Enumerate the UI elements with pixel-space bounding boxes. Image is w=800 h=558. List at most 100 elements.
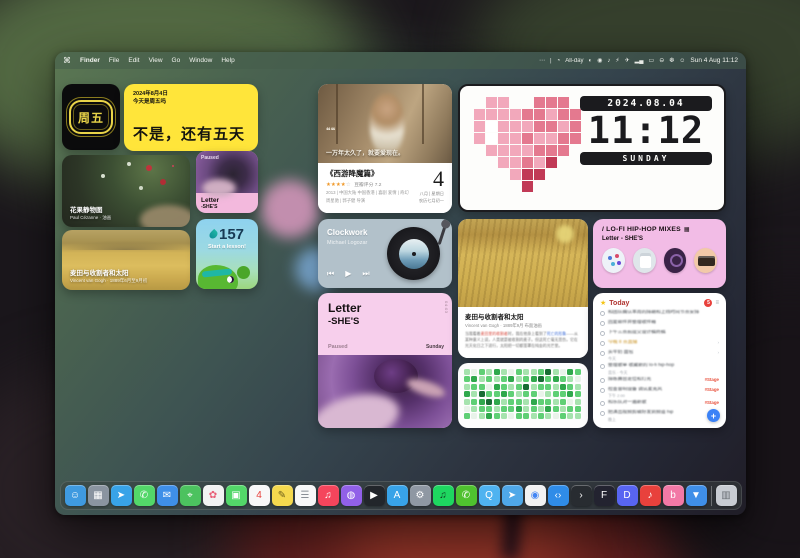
duolingo-streak-widget[interactable]: 157 Start a lesson! xyxy=(196,219,258,289)
dock-icon-vscode[interactable]: ‹› xyxy=(548,485,569,506)
todo-checkbox[interactable] xyxy=(600,341,605,346)
dock-icon-discord[interactable]: D xyxy=(617,485,638,506)
lofi-playlist-widget[interactable]: / LO-FI HIP-HOP MIXES ▦ Letter - SHE'S xyxy=(593,219,726,288)
menu-bar-clock[interactable]: Sun 4 Aug 11:12 xyxy=(690,57,738,64)
dock-icon-settings[interactable]: ⚙ xyxy=(410,485,431,506)
dock-icon-trash[interactable]: ▥ xyxy=(716,485,737,506)
dock-icon-netease-music[interactable]: ♪ xyxy=(640,485,661,506)
lofi-hearts-cover[interactable] xyxy=(602,248,625,273)
contribution-graph-widget[interactable] xyxy=(458,363,588,428)
lofi-player-cover[interactable] xyxy=(633,248,656,273)
todo-checkbox[interactable] xyxy=(600,311,605,316)
lofi-vinyl-cover[interactable] xyxy=(664,248,687,273)
todo-checkbox[interactable] xyxy=(600,321,605,326)
dock-icon-maps[interactable]: ⌖ xyxy=(180,485,201,506)
dock-icon-figma[interactable]: F xyxy=(594,485,615,506)
todo-checkbox[interactable] xyxy=(600,364,605,369)
status-icon-12[interactable]: ❆ xyxy=(669,57,674,64)
todo-item-body: 回复邮件并整理收件箱 xyxy=(608,320,719,326)
dock-icon-chrome[interactable]: ◉ xyxy=(525,485,546,506)
music-widget-clockwork[interactable]: Clockwork Michael Logozar ⏮ ▶ ⏭ xyxy=(318,219,452,288)
dock-icon-notes[interactable]: ✎ xyxy=(272,485,293,506)
music-widget-letter-large[interactable]: Letter -SHE'S Paused 04:03 Sunday xyxy=(318,293,452,428)
status-icon-4[interactable]: ◐ xyxy=(589,58,593,64)
vg-body-link-red[interactable]: 麦田里的收割者 xyxy=(481,331,508,336)
lofi-cassette-cover[interactable] xyxy=(694,248,717,273)
next-track-button[interactable]: ⏭ xyxy=(362,269,369,279)
reminders-today-widget[interactable]: ★ Today 5 ≡ 和团队确认本周的排期和上线时间节点安排回复邮件并整理收件… xyxy=(593,293,726,428)
menu-item-file[interactable]: File xyxy=(109,57,119,64)
todo-item-body: 整理歌单 收藏新的 lo-fi hip-hop音乐 · 今天 xyxy=(608,363,719,375)
vangogh-painting-widget[interactable]: 麦田与收割者和太阳 Vincent van Gogh · 1889年9月 布面油… xyxy=(458,219,588,358)
player-controls: ⏮ ▶ ⏭ xyxy=(327,269,370,279)
dock-icon-facetime[interactable]: ▣ xyxy=(226,485,247,506)
todo-checkbox[interactable] xyxy=(600,401,605,406)
todo-checkbox[interactable] xyxy=(600,378,605,383)
status-icon-3[interactable]: All-day xyxy=(565,58,583,64)
dock-icon-app-store[interactable]: A xyxy=(387,485,408,506)
status-icon-7[interactable]: ⚡ xyxy=(615,57,619,64)
todo-menu-icon[interactable]: ≡ xyxy=(715,300,719,306)
status-icon-0[interactable]: ⋯ xyxy=(539,57,545,64)
todo-item-tag[interactable]: #Stage xyxy=(705,387,719,392)
status-icon-8[interactable]: ✈ xyxy=(625,57,630,64)
dock-icon-reminders[interactable]: ☰ xyxy=(295,485,316,506)
dock-icon-wechat[interactable]: ✆ xyxy=(456,485,477,506)
todo-checkbox[interactable] xyxy=(600,388,605,393)
pixel-clock-widget[interactable]: 2024.08.04 11:12 SUNDAY xyxy=(458,84,726,212)
movie-quote-widget[interactable]: ❝❝ 一万年太久了，就要爱现在。 《西游降魔篇》 ★★★★☆ 豆瓣评分 7.2 … xyxy=(318,84,452,213)
dock-icon-music[interactable]: ♫ xyxy=(318,485,339,506)
contribution-cell xyxy=(494,413,500,419)
status-icon-1[interactable]: | xyxy=(550,58,552,64)
dock-icon-launchpad[interactable]: ▦ xyxy=(88,485,109,506)
dock-icon-terminal[interactable]: › xyxy=(571,485,592,506)
countdown-date: 2024年8月4日 xyxy=(133,91,249,99)
todo-checkbox[interactable] xyxy=(600,411,605,416)
dock-icon-telegram[interactable]: ➤ xyxy=(502,485,523,506)
vg-body-link-blue[interactable]: 死亡的形象 xyxy=(547,331,566,336)
tv-glyph: ▶ xyxy=(370,490,378,501)
dock-icon-mail[interactable]: ✉ xyxy=(157,485,178,506)
art-widget-cezanne[interactable]: 花果静物图 Paul Cézanne · 油画 xyxy=(62,155,190,227)
status-icon-13[interactable]: ☺ xyxy=(679,58,685,64)
todo-item-tag[interactable]: #Stage xyxy=(705,400,719,405)
todo-checkbox[interactable] xyxy=(600,331,605,336)
play-button[interactable]: ▶ xyxy=(345,269,351,279)
music-widget-letter-small[interactable]: Paused Letter -SHE'S xyxy=(196,151,258,213)
menu-item-help[interactable]: Help xyxy=(221,57,234,64)
menu-item-go[interactable]: Go xyxy=(172,57,181,64)
art-widget-wheatfield[interactable]: 麦田与收割者和太阳 Vincent van Gogh · 1889年6月至9月初 xyxy=(62,230,190,290)
status-icon-11[interactable]: ⊖ xyxy=(659,57,664,64)
contribution-cell xyxy=(531,399,537,405)
dock-icon-qq[interactable]: Q xyxy=(479,485,500,506)
previous-track-button[interactable]: ⏮ xyxy=(327,269,334,279)
dock-icon-safari[interactable]: ➤ xyxy=(111,485,132,506)
status-icon-2[interactable]: ◔ xyxy=(557,58,561,64)
todo-checkbox[interactable] xyxy=(600,351,605,356)
menu-item-finder[interactable]: Finder xyxy=(80,57,100,64)
dock-icon-podcasts[interactable]: ◍ xyxy=(341,485,362,506)
movie-person-figure xyxy=(370,94,404,154)
add-reminder-button[interactable]: + xyxy=(707,409,720,422)
status-icon-10[interactable]: ▭ xyxy=(649,57,655,64)
menu-item-window[interactable]: Window xyxy=(189,57,212,64)
menu-item-edit[interactable]: Edit xyxy=(128,57,139,64)
todo-item-tag[interactable]: #Stage xyxy=(705,377,719,382)
dock-icon-finder[interactable]: ☺ xyxy=(65,485,86,506)
dock-icon-bilibili[interactable]: b xyxy=(663,485,684,506)
status-icon-9[interactable]: ▂▄ xyxy=(635,57,644,64)
dock-icon-downloads[interactable]: ▼ xyxy=(686,485,707,506)
menu-item-view[interactable]: View xyxy=(149,57,163,64)
cezanne-subtitle: Paul Cézanne · 油画 xyxy=(70,215,111,221)
status-icon-5[interactable]: ◉ xyxy=(597,57,602,64)
dock-icon-messages[interactable]: ✆ xyxy=(134,485,155,506)
dock-icon-photos[interactable]: ✿ xyxy=(203,485,224,506)
apple-menu-icon[interactable]: ⌘ xyxy=(63,56,71,65)
friday-countdown-widget[interactable]: 2024年8月4日 今天是周五吗 不是，还有五天 xyxy=(124,84,258,151)
status-icon-6[interactable]: ♪ xyxy=(607,58,610,64)
dock-icon-calendar[interactable]: 4 xyxy=(249,485,270,506)
friday-badge-widget[interactable]: 周五 xyxy=(62,84,120,150)
dock-icon-spotify[interactable]: ♫ xyxy=(433,485,454,506)
vangogh-subtitle: Vincent van Gogh · 1889年9月 布面油画 xyxy=(465,323,581,329)
dock-icon-tv[interactable]: ▶ xyxy=(364,485,385,506)
